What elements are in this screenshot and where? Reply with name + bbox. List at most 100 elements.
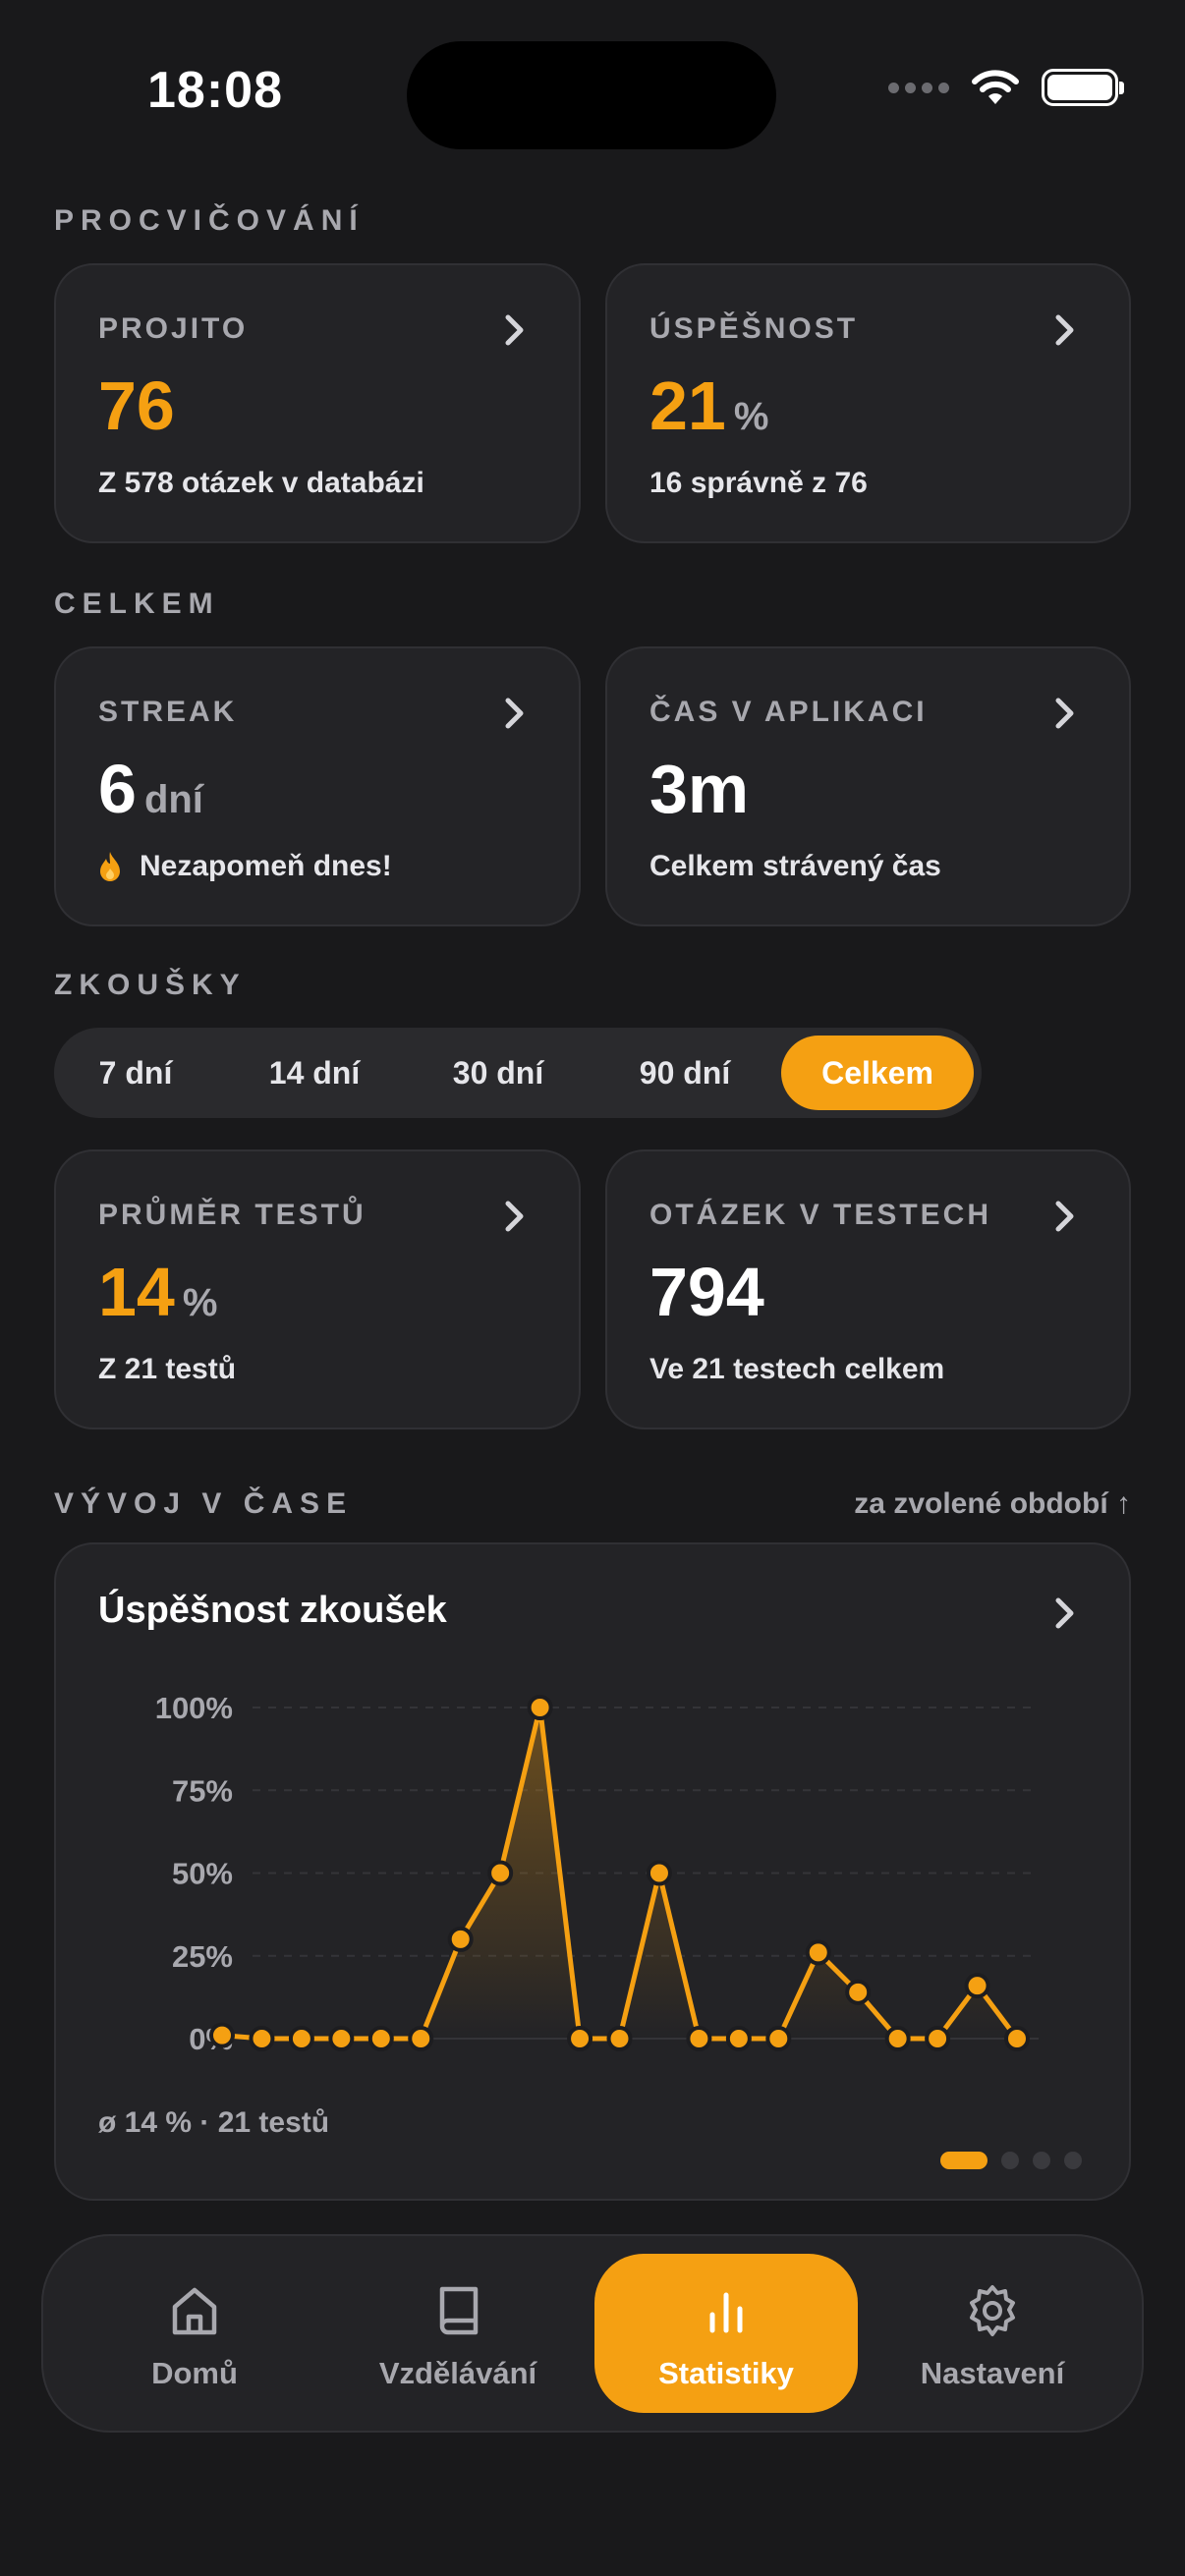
- chevron-right-icon: [1055, 1201, 1074, 1232]
- data-point: [408, 2026, 434, 2051]
- cellular-signal-icon: [888, 82, 949, 93]
- y-tick-label: 25%: [172, 1939, 233, 1974]
- data-point: [487, 1860, 514, 1886]
- card-subtitle: Celkem strávený čas: [649, 850, 941, 882]
- data-point: [606, 2026, 633, 2051]
- tab-label: Domů: [151, 2356, 238, 2390]
- data-point: [964, 1973, 990, 1999]
- card-label: PRŮMĚR TESTŮ: [98, 1199, 367, 1231]
- y-tick-label: 75%: [172, 1773, 233, 1808]
- data-point: [209, 2022, 235, 2048]
- data-point: [725, 2026, 752, 2051]
- tab-home[interactable]: Domů: [63, 2254, 326, 2413]
- card-value: 3m: [649, 751, 750, 827]
- pager-dot[interactable]: [1033, 2152, 1050, 2169]
- battery-icon: [1042, 69, 1124, 106]
- flame-icon: [100, 852, 120, 881]
- card-value-row: 21%: [649, 371, 768, 440]
- card-subtitle: Nezapomeň dnes!: [140, 850, 392, 882]
- period-total[interactable]: Celkem: [781, 1036, 974, 1110]
- data-point: [884, 2026, 911, 2051]
- chevron-right-icon: [1055, 314, 1074, 346]
- card-cas-v-aplikaci[interactable]: ČAS V APLIKACI 3m Celkem strávený čas: [605, 646, 1131, 926]
- section-title-exams: ZKOUŠKY: [54, 969, 247, 1001]
- bar-chart-icon: [709, 2292, 743, 2333]
- tab-statistics[interactable]: Statistiky: [594, 2254, 858, 2413]
- dynamic-island: [407, 41, 776, 149]
- pager-dot[interactable]: [1064, 2152, 1082, 2169]
- gear-icon: [970, 2285, 1015, 2336]
- section-title-practice: PROCVIČOVÁNÍ: [54, 204, 365, 237]
- chevron-right-icon: [1055, 698, 1074, 729]
- card-streak[interactable]: STREAK 6 dní Nezapomeň dnes!: [54, 646, 581, 926]
- data-point: [367, 2026, 394, 2051]
- data-point: [1004, 2026, 1030, 2051]
- wifi-icon: [972, 70, 1019, 104]
- data-point: [686, 2026, 712, 2051]
- period-7-days[interactable]: 7 dní: [54, 1028, 217, 1118]
- data-point: [845, 1979, 872, 2005]
- line-chart: 100%75%50%25%0%: [155, 1691, 1039, 2056]
- status-time: 18:08: [147, 62, 283, 119]
- chart-card[interactable]: Úspěšnost zkoušek 100%75%50%25%0% ø 14 %…: [54, 1542, 1131, 2201]
- card-label: OTÁZEK V TESTECH: [649, 1199, 992, 1231]
- card-unit: %: [733, 395, 769, 438]
- tab-label: Statistiky: [658, 2356, 794, 2390]
- card-value: 14: [98, 1254, 175, 1330]
- card-label: STREAK: [98, 696, 238, 728]
- card-projito[interactable]: PROJITO 76 Z 578 otázek v databázi: [54, 263, 581, 543]
- tab-label: Nastavení: [920, 2356, 1065, 2390]
- card-value-row: 14%: [98, 1258, 217, 1326]
- bottom-tab-bar: Domů Vzdělávání Statistiky Nastavení: [41, 2234, 1144, 2433]
- period-90-days[interactable]: 90 dní: [600, 1028, 769, 1118]
- data-point: [925, 2026, 951, 2051]
- chart-footer: ø 14 % · 21 testů: [98, 2106, 330, 2139]
- data-point: [567, 2026, 593, 2051]
- section-title-overall: CELKEM: [54, 588, 220, 620]
- card-uspesnost[interactable]: ÚSPĚŠNOST 21% 16 správně z 76: [605, 263, 1131, 543]
- section-title-trend: VÝVOJ V ČASE: [54, 1487, 354, 1520]
- home-icon: [172, 2287, 217, 2335]
- card-label: ÚSPĚŠNOST: [649, 312, 859, 345]
- card-label: ČAS V APLIKACI: [649, 696, 928, 728]
- book-icon: [439, 2286, 479, 2335]
- period-segmented-control: 7 dní 14 dní 30 dní 90 dní Celkem: [54, 1028, 982, 1118]
- y-tick-label: 100%: [155, 1691, 233, 1725]
- card-value-row: 6 dní: [98, 755, 203, 823]
- card-otazek-v-testech[interactable]: OTÁZEK V TESTECH 794 Ve 21 testech celke…: [605, 1149, 1131, 1429]
- card-value: 6: [98, 751, 137, 827]
- data-point: [527, 1695, 553, 1720]
- card-value: 21: [649, 367, 726, 444]
- data-point: [765, 2026, 792, 2051]
- card-subtitle: Ve 21 testech celkem: [649, 1353, 945, 1385]
- tab-label: Vzdělávání: [378, 2356, 537, 2390]
- card-unit: dní: [143, 778, 203, 821]
- card-subtitle: Z 21 testů: [98, 1353, 237, 1385]
- card-subtitle: Z 578 otázek v databázi: [98, 467, 424, 499]
- data-point: [288, 2026, 314, 2051]
- tab-settings[interactable]: Nastavení: [861, 2254, 1124, 2413]
- card-value: 794: [649, 1254, 764, 1330]
- data-point: [328, 2026, 355, 2051]
- data-point: [447, 1926, 474, 1952]
- card-subtitle-row: Nezapomeň dnes!: [98, 850, 392, 883]
- card-unit: %: [182, 1281, 218, 1324]
- y-tick-label: 50%: [172, 1857, 233, 1891]
- period-14-days[interactable]: 14 dní: [231, 1028, 398, 1118]
- chart-pager: [940, 2152, 1082, 2169]
- period-30-days[interactable]: 30 dní: [414, 1028, 583, 1118]
- pager-dot-active[interactable]: [940, 2152, 988, 2169]
- chevron-right-icon: [505, 1201, 524, 1232]
- card-label: PROJITO: [98, 312, 249, 345]
- pager-dot[interactable]: [1001, 2152, 1019, 2169]
- card-subtitle: 16 správně z 76: [649, 467, 868, 499]
- data-point: [646, 1860, 672, 1886]
- status-indicators: [888, 69, 1124, 106]
- chevron-right-icon: [505, 314, 524, 346]
- data-point: [805, 1939, 831, 1966]
- card-prumer-testu[interactable]: PRŮMĚR TESTŮ 14% Z 21 testů: [54, 1149, 581, 1429]
- chevron-right-icon: [505, 698, 524, 729]
- data-point: [249, 2026, 275, 2051]
- trend-period-toggle[interactable]: za zvolené období ↑: [854, 1487, 1131, 1521]
- tab-education[interactable]: Vzdělávání: [326, 2254, 590, 2413]
